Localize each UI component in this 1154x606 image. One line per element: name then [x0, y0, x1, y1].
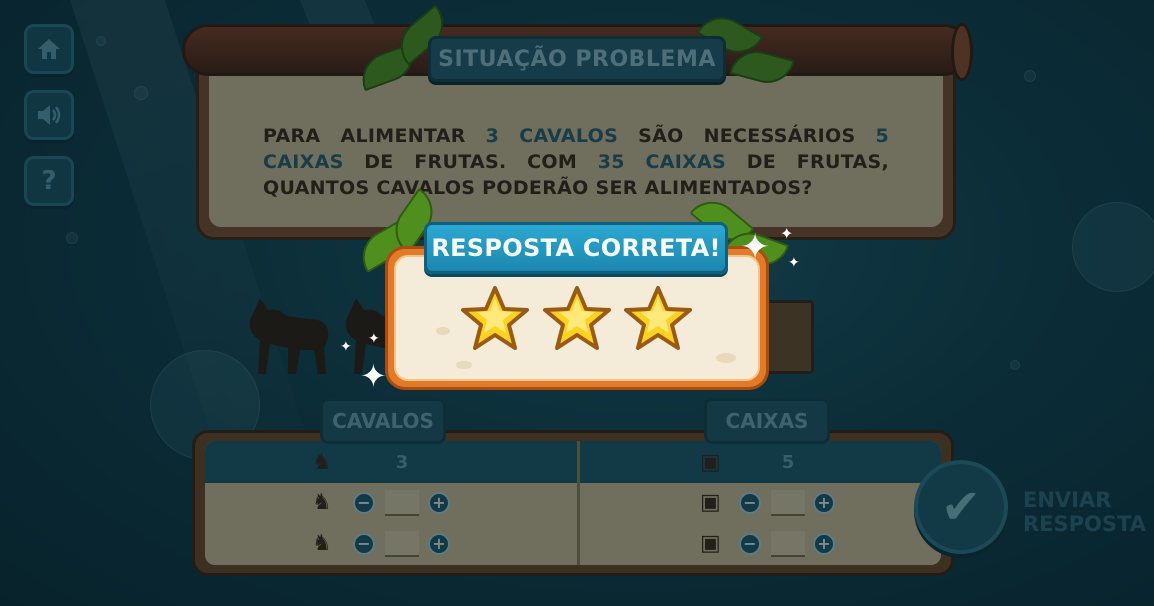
box-icon: ▣ — [700, 490, 721, 515]
sparkle-icon: ✦ — [360, 357, 387, 395]
horse-icon — [240, 290, 334, 389]
horse-icon: ♞ — [312, 490, 332, 515]
star-icon — [461, 286, 529, 350]
bubble — [1024, 70, 1036, 82]
result-title: RESPOSTA CORRETA! — [424, 222, 728, 274]
sand-dot — [436, 327, 450, 335]
bubble — [66, 232, 78, 244]
sand-dot — [716, 353, 736, 363]
sparkle-icon: ✦ — [340, 339, 352, 355]
problem-highlight: 3 CAVALOS — [485, 125, 619, 147]
sparkle-icon: ✦ — [368, 331, 380, 347]
boxes-plus-button[interactable]: + — [813, 492, 835, 514]
table-divider — [577, 441, 580, 565]
problem-text-part: PARA ALIMENTAR — [263, 125, 486, 147]
boxes-minus-button[interactable]: − — [739, 492, 761, 514]
sound-button[interactable] — [24, 90, 74, 140]
answer-table — [192, 430, 954, 576]
problem-text: PARA ALIMENTAR 3 CAVALOS SÃO NECESSÁRIOS… — [263, 123, 889, 201]
send-answer-label[interactable]: ENVIAR RESPOSTA — [1023, 488, 1146, 536]
problem-title: SITUAÇÃO PROBLEMA — [428, 36, 726, 82]
problem-inner: PARA ALIMENTAR 3 CAVALOS SÃO NECESSÁRIOS… — [209, 65, 943, 227]
horses-input[interactable] — [385, 490, 419, 516]
sparkle-icon: ✦ — [780, 224, 794, 243]
star-icon — [624, 286, 692, 350]
box-icon: ▣ — [700, 450, 721, 475]
horses-input[interactable] — [385, 531, 419, 557]
send-label-line1: ENVIAR — [1023, 488, 1112, 512]
send-label-line2: RESPOSTA — [1023, 512, 1146, 536]
box-icon: ▣ — [700, 531, 721, 556]
log-end — [951, 23, 973, 81]
horses-plus-button[interactable]: + — [428, 492, 450, 514]
help-button[interactable]: ? — [24, 156, 74, 206]
col-label-horses: CAVALOS — [320, 398, 446, 444]
horses-value: 3 — [395, 452, 409, 473]
checkmark-icon: ✔ — [940, 479, 982, 535]
speaker-icon — [38, 105, 61, 125]
bubble — [1010, 360, 1020, 370]
horses-minus-button[interactable]: − — [353, 492, 375, 514]
sand-dot — [456, 361, 472, 369]
home-icon — [38, 39, 60, 59]
bubble — [1072, 202, 1154, 292]
problem-highlight: 35 CAIXAS — [597, 151, 727, 173]
horses-minus-button[interactable]: − — [353, 533, 375, 555]
boxes-input[interactable] — [771, 490, 805, 516]
horses-plus-button[interactable]: + — [428, 533, 450, 555]
problem-text-part: DE FRUTAS. COM — [343, 151, 598, 173]
help-icon: ? — [41, 166, 57, 196]
bubble — [96, 36, 106, 46]
home-button[interactable] — [24, 24, 74, 74]
horse-icon: ♞ — [312, 531, 332, 556]
problem-text-part: SÃO NECESSÁRIOS — [618, 125, 876, 147]
send-answer-button[interactable]: ✔ — [914, 460, 1008, 554]
boxes-plus-button[interactable]: + — [813, 533, 835, 555]
boxes-input[interactable] — [771, 531, 805, 557]
col-label-boxes: CAIXAS — [704, 398, 830, 444]
sparkle-icon: ✦ — [740, 227, 771, 268]
horse-icon: ♞ — [312, 450, 332, 475]
sparkle-icon: ✦ — [788, 255, 800, 271]
bubble — [134, 86, 148, 100]
star-icon — [543, 286, 611, 350]
boxes-value: 5 — [781, 452, 795, 473]
boxes-minus-button[interactable]: − — [739, 533, 761, 555]
